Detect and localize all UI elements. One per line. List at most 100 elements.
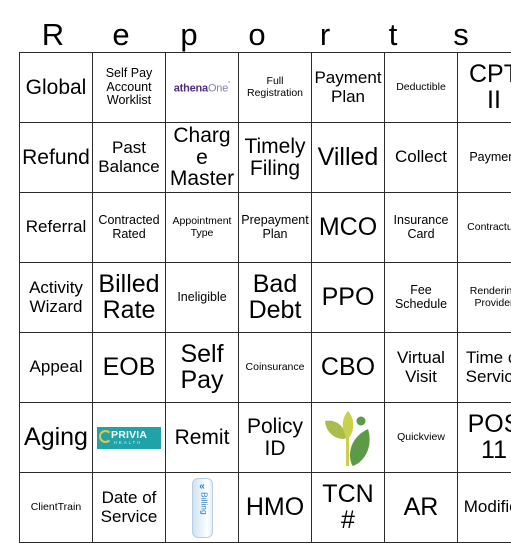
- bingo-cell[interactable]: Virtual Visit: [384, 332, 458, 403]
- bingo-cell-label: Ineligible: [177, 289, 227, 304]
- bingo-cell-label: Virtual Visit: [397, 348, 445, 386]
- bingo-cell-label: Self Pay: [180, 339, 224, 394]
- bingo-cell-label: Activity Wizard: [29, 278, 83, 316]
- bingo-cell[interactable]: Deductible: [384, 52, 458, 123]
- bingo-cell-label: Aging: [24, 422, 88, 451]
- bingo-cell[interactable]: Full Registration: [238, 52, 312, 123]
- bingo-cell[interactable]: Charge Master: [165, 122, 239, 193]
- bingo-cell[interactable]: Timely Filing: [238, 122, 312, 193]
- bingo-cell[interactable]: Self Pay: [165, 332, 239, 403]
- bingo-cell[interactable]: CBO: [311, 332, 385, 403]
- bingo-cell[interactable]: Insurance Card: [384, 192, 458, 263]
- bingo-cell[interactable]: Payment: [457, 122, 511, 193]
- athenaone-logo-icon: athenaOne˚: [174, 82, 231, 95]
- bingo-row: Activity Wizard Billed Rate Ineligible Bad …: [19, 262, 511, 333]
- bingo-cell[interactable]: [311, 402, 385, 473]
- bingo-header-letter: p: [180, 17, 198, 52]
- bingo-cell[interactable]: Self Pay Account Worklist: [92, 52, 166, 123]
- bingo-cell[interactable]: PRIVIA HEALTH: [92, 402, 166, 473]
- bingo-cell[interactable]: Ineligible: [165, 262, 239, 333]
- bingo-cell-label: CPT II: [469, 59, 511, 114]
- bingo-header-letter: s: [453, 17, 469, 52]
- bingo-cell[interactable]: athenaOne˚: [165, 52, 239, 123]
- bingo-card: Re p o r t s Global Self Pay Account Worklist a…: [0, 0, 511, 544]
- bingo-cell[interactable]: Modifier: [457, 472, 511, 543]
- athenaone-logo-primary: athena: [173, 82, 208, 95]
- bingo-row: Appeal EOB Self Pay Coinsurance CBO Virtual V…: [19, 332, 511, 403]
- bingo-row: Refund Past Balance Charge Master Timely Fi…: [19, 122, 511, 193]
- bingo-cell[interactable]: POS 11: [457, 402, 511, 473]
- bingo-cell[interactable]: MCO: [311, 192, 385, 263]
- bingo-cell-label: Appointment Type: [172, 214, 232, 239]
- bingo-cell-label: MCO: [318, 212, 378, 241]
- bingo-cell[interactable]: Villed: [311, 122, 385, 193]
- bingo-cell-label: Timely Filing: [244, 134, 306, 180]
- bingo-cell-label: Time of Service: [465, 348, 511, 386]
- bingo-cell-label: Policy ID: [246, 414, 304, 460]
- bingo-cell-label: POS 11: [467, 409, 511, 464]
- bingo-cell[interactable]: Fee Schedule: [384, 262, 458, 333]
- bingo-cell-label: PPO: [321, 282, 375, 311]
- bingo-cell[interactable]: Activity Wizard: [19, 262, 93, 333]
- bingo-cell-label: EOB: [102, 352, 156, 381]
- bingo-cell[interactable]: PPO: [311, 262, 385, 333]
- bingo-cell[interactable]: HMO: [238, 472, 312, 543]
- plant-leaf-logo-icon: [325, 410, 370, 466]
- bingo-cell-label: Billed Rate: [98, 269, 160, 324]
- bingo-cell[interactable]: Quickview: [384, 402, 458, 473]
- bingo-cell[interactable]: Date of Service: [92, 472, 166, 543]
- bingo-cell[interactable]: Aging: [19, 402, 93, 473]
- bingo-cell[interactable]: Bad Debt: [238, 262, 312, 333]
- bingo-cell[interactable]: Contracted Rated: [92, 192, 166, 263]
- bingo-cell-label: Charge Master: [169, 123, 235, 191]
- bingo-cell[interactable]: Remit: [165, 402, 239, 473]
- bingo-cell-label: HMO: [245, 492, 305, 521]
- bingo-grid: Global Self Pay Account Worklist athenaOne…: [19, 52, 511, 543]
- bingo-cell[interactable]: Rendering Provider: [457, 262, 511, 333]
- bingo-cell[interactable]: EOB: [92, 332, 166, 403]
- bingo-cell[interactable]: CPT II: [457, 52, 511, 123]
- bingo-row: Global Self Pay Account Worklist athenaOne…: [19, 52, 511, 123]
- bingo-header-row: Re p o r t s: [19, 0, 495, 52]
- bingo-cell-label: Date of Service: [100, 488, 158, 526]
- bingo-cell-label: ClientTrain: [30, 500, 82, 513]
- bingo-cell-label: Villed: [317, 142, 379, 171]
- bingo-cell-label: Contractual: [467, 220, 511, 233]
- bingo-cell[interactable]: Past Balance: [92, 122, 166, 193]
- bingo-cell[interactable]: Global: [19, 52, 93, 123]
- bingo-cell[interactable]: Payment Plan: [311, 52, 385, 123]
- bingo-cell[interactable]: Refund: [19, 122, 93, 193]
- bingo-cell[interactable]: Appointment Type: [165, 192, 239, 263]
- bingo-cell[interactable]: Billed Rate: [92, 262, 166, 333]
- bingo-cell[interactable]: Prepayment Plan: [238, 192, 312, 263]
- bingo-cell-label: Prepayment Plan: [241, 212, 309, 241]
- billing-collapse-tab[interactable]: «Billing: [191, 477, 213, 538]
- bingo-cell-label: Coinsurance: [245, 360, 305, 373]
- privia-health-logo-icon: PRIVIA HEALTH: [97, 426, 161, 449]
- bingo-cell-label: AR: [403, 492, 439, 521]
- athenaone-logo-secondary: One: [207, 82, 229, 95]
- bingo-cell[interactable]: ClientTrain: [19, 472, 93, 543]
- bingo-cell[interactable]: Coinsurance: [238, 332, 312, 403]
- bingo-cell-label: Refund: [22, 145, 90, 169]
- bingo-row: Referral Contracted Rated Appointment Type…: [19, 192, 511, 263]
- bingo-cell[interactable]: Referral: [19, 192, 93, 263]
- privia-logo-wordmark: PRIVIA: [111, 428, 148, 441]
- bingo-row: ClientTrain Date of Service «Billing HMO TCN…: [19, 472, 511, 543]
- bingo-cell-label: Collect: [395, 147, 447, 167]
- bingo-cell[interactable]: Appeal: [19, 332, 93, 403]
- bingo-cell[interactable]: Time of Service: [457, 332, 511, 403]
- bingo-cell-label: Fee Schedule: [394, 282, 448, 311]
- bingo-cell-label: Self Pay Account Worklist: [105, 65, 153, 108]
- bingo-cell[interactable]: Policy ID: [238, 402, 312, 473]
- bingo-cell[interactable]: Contractual: [457, 192, 511, 263]
- bingo-cell-label: Deductible: [396, 80, 446, 93]
- bingo-cell-label: Remit: [174, 425, 230, 449]
- bingo-cell[interactable]: Collect: [384, 122, 458, 193]
- bingo-cell[interactable]: «Billing: [165, 472, 239, 543]
- bingo-cell-label: Full Registration: [246, 74, 304, 99]
- bingo-cell[interactable]: AR: [384, 472, 458, 543]
- billing-tab-label: Billing: [198, 491, 209, 515]
- bingo-header-letter: t: [388, 17, 398, 52]
- bingo-cell[interactable]: TCN #: [311, 472, 385, 543]
